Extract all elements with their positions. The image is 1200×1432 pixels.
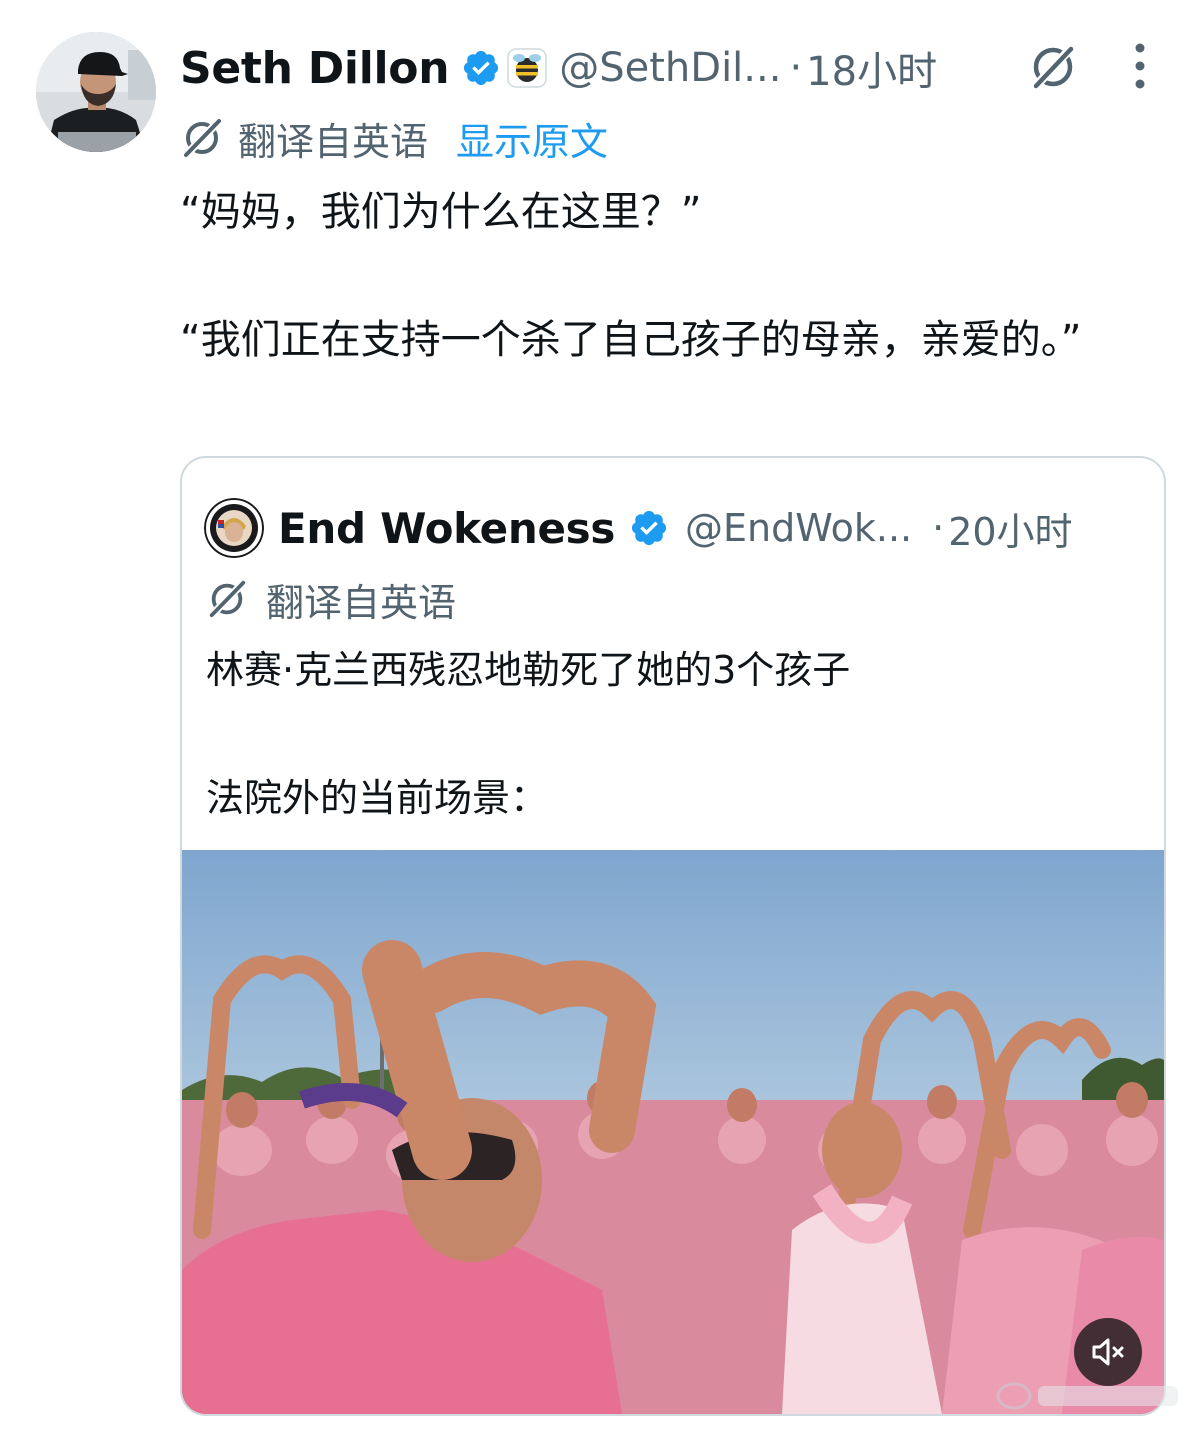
- tweet-text: “妈妈，我们为什么在这里？” “我们正在支持一个杀了自己孩子的母亲，亲爱的。”: [180, 180, 1175, 372]
- translated-from-label: 翻译自英语: [238, 119, 429, 164]
- quoted-tweet-header: End Wokeness @EndWok... · 20小时: [278, 498, 1148, 558]
- translate-icon: [206, 578, 248, 620]
- show-original-link[interactable]: 显示原文: [456, 111, 608, 166]
- tweet-text-line: “我们正在支持一个杀了自己孩子的母亲，亲爱的。”: [180, 317, 1082, 363]
- watermark-logo: [994, 1374, 1184, 1414]
- quoted-author-avatar[interactable]: [204, 498, 264, 558]
- verified-badge-icon[interactable]: [629, 508, 669, 548]
- translate-icon: [180, 116, 224, 160]
- tweet-text-line: “妈妈，我们为什么在这里？”: [180, 189, 702, 235]
- quoted-tweet-card[interactable]: End Wokeness @EndWok... · 20小时 翻译自英语 林赛·…: [180, 456, 1166, 1416]
- translation-notice: 翻译自英语 显示原文: [180, 110, 608, 166]
- author-avatar[interactable]: [36, 32, 156, 152]
- quoted-tweet-timestamp[interactable]: 20小时: [948, 501, 1072, 556]
- more-vertical-icon[interactable]: [1118, 40, 1162, 94]
- quoted-author-name[interactable]: End Wokeness: [278, 504, 615, 553]
- author-name[interactable]: Seth Dillon: [180, 43, 450, 94]
- quoted-text-line: 林赛·克兰西残忍地勒死了她的3个孩子: [206, 648, 851, 692]
- author-handle[interactable]: @SethDil...: [559, 45, 781, 91]
- tweet-timestamp[interactable]: 18小时: [806, 39, 937, 97]
- translated-from-label: 翻译自英语: [266, 580, 457, 625]
- separator-dot: ·: [932, 506, 945, 550]
- verified-badge-icon[interactable]: [461, 48, 501, 88]
- quoted-author-handle[interactable]: @EndWok...: [685, 506, 912, 550]
- quoted-tweet-video[interactable]: [182, 850, 1164, 1414]
- tweet-header: Seth Dillon @SethDil... · 18小时: [180, 38, 1170, 98]
- volume-muted-icon: [1092, 1338, 1124, 1366]
- quoted-text-line: 法院外的当前场景：: [206, 776, 549, 820]
- quoted-tweet-text: 林赛·克兰西残忍地勒死了她的3个孩子 法院外的当前场景：: [206, 638, 1136, 830]
- quoted-translation-notice: 翻译自英语: [206, 574, 457, 625]
- grok-icon[interactable]: [1028, 42, 1078, 92]
- separator-dot: ·: [789, 45, 803, 91]
- bee-badge-icon[interactable]: [507, 48, 547, 88]
